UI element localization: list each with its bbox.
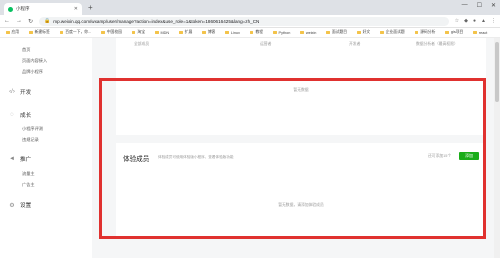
folder-icon	[445, 30, 449, 35]
gear-icon: ⚙	[9, 202, 15, 209]
folder-icon	[273, 30, 277, 35]
sidebar-section-develop[interactable]: ‹/› 开发	[9, 88, 31, 96]
back-icon[interactable]: ←	[4, 18, 10, 24]
sidebar-item-page-content[interactable]: 页面内容接入	[22, 58, 47, 64]
extension-icons: ☆ ◆ ● ▲ ⋮	[455, 18, 496, 24]
code-icon: ‹/›	[9, 89, 15, 95]
growth-icon: ◌	[10, 112, 14, 118]
bookmark-item[interactable]: MDN	[155, 31, 169, 35]
folder-icon	[380, 30, 384, 35]
folder-icon	[202, 30, 206, 35]
browser-tab[interactable]: 小程序 ✕	[4, 3, 82, 15]
bookmark-item[interactable]: 面试题目	[326, 30, 347, 35]
sidebar	[0, 38, 92, 258]
menu-icon[interactable]: ⋮	[491, 18, 496, 24]
browser-tab-bar: 小程序 ✕ + — ☐ ✕	[0, 0, 500, 15]
bookmark-item[interactable]: 新建标签	[29, 30, 50, 35]
bookmark-item[interactable]: react	[473, 31, 487, 35]
bookmark-item[interactable]: 博客	[202, 30, 215, 35]
folder-icon	[300, 30, 304, 35]
bookmarks-bar: 应用 新建标签 百度一下，你... 中国校园 淘宝 MDN 扩展 博客 Linu…	[0, 28, 500, 38]
folder-icon	[249, 30, 254, 35]
folder-icon	[29, 30, 33, 35]
page-scrollbar[interactable]	[494, 38, 500, 258]
bookmark-item[interactable]: 扩展	[179, 30, 192, 35]
folder-icon	[59, 30, 64, 35]
bookmark-item[interactable]: Linux	[225, 31, 240, 35]
folder-icon	[473, 30, 477, 35]
bookmark-item[interactable]: 企业面试题	[380, 30, 405, 35]
bookmark-item[interactable]: 淘宝	[131, 30, 145, 35]
sidebar-item-traffic-master[interactable]: 流量主	[22, 171, 35, 177]
bookmark-item[interactable]: 教程	[249, 30, 263, 35]
sidebar-section-growth[interactable]: ◌ 成长	[9, 111, 31, 119]
url-text: mp.weixin.qq.com/wxamp/user/manage?actio…	[53, 18, 260, 24]
folder-icon	[357, 30, 361, 35]
column-data-analysts: 数据分析者（最高权限）	[416, 42, 458, 46]
folder-icon	[155, 30, 159, 35]
extension-icon[interactable]: ◆	[464, 18, 468, 24]
folder-icon	[101, 30, 105, 35]
bookmark-item[interactable]: 应用	[6, 30, 19, 35]
column-developers: 开发者	[349, 42, 361, 46]
column-operators: 运营者	[260, 42, 272, 46]
close-tab-icon[interactable]: ✕	[74, 6, 78, 12]
address-toolbar: ← → ↻ 🔒 mp.weixin.qq.com/wxamp/user/mana…	[0, 15, 500, 28]
scrollbar-thumb[interactable]	[495, 42, 499, 102]
lock-icon: 🔒	[44, 18, 51, 24]
folder-icon	[131, 30, 136, 35]
megaphone-icon: ◄	[9, 156, 15, 162]
sidebar-section-promotion[interactable]: ◄ 推广	[9, 155, 31, 163]
bookmark-item[interactable]: 中国校园	[101, 30, 122, 35]
folder-icon	[179, 30, 183, 35]
sidebar-item-evaluation[interactable]: 小程序评测	[22, 126, 43, 132]
bookmark-item[interactable]: gis项目	[445, 30, 463, 35]
reload-icon[interactable]: ↻	[28, 18, 33, 25]
bookmark-item[interactable]: Python	[273, 31, 290, 35]
annotation-highlight-box	[99, 78, 486, 239]
minimize-icon[interactable]: —	[462, 2, 468, 9]
bookmark-item[interactable]: 百度一下，你...	[59, 30, 91, 35]
extension-icon[interactable]: ▲	[481, 18, 486, 24]
folder-icon	[6, 30, 10, 35]
sidebar-item-home[interactable]: 首页	[22, 47, 30, 53]
tab-title: 小程序	[16, 6, 30, 11]
folder-icon	[414, 30, 419, 35]
close-window-icon[interactable]: ✕	[491, 2, 496, 9]
new-tab-button[interactable]: +	[88, 4, 93, 12]
window-controls: — ☐ ✕	[462, 2, 496, 9]
miniprogram-favicon-icon	[8, 6, 13, 12]
sidebar-item-violations[interactable]: 违规记录	[22, 137, 39, 143]
forward-icon[interactable]: →	[16, 18, 22, 24]
maximize-icon[interactable]: ☐	[477, 2, 482, 9]
column-all-members: 全部成员	[134, 42, 150, 46]
sidebar-item-brand[interactable]: 品牌小程序	[22, 69, 43, 75]
bookmark-item[interactable]: 好文	[357, 30, 370, 35]
folder-icon	[326, 30, 330, 35]
sidebar-item-advertiser[interactable]: 广告主	[22, 182, 35, 188]
star-icon[interactable]: ☆	[455, 18, 459, 24]
bookmark-item[interactable]: weixin	[300, 31, 316, 35]
address-bar[interactable]: 🔒 mp.weixin.qq.com/wxamp/user/manage?act…	[39, 16, 449, 26]
extension-icon[interactable]: ●	[473, 18, 476, 24]
sidebar-section-settings[interactable]: ⚙ 设置	[9, 201, 31, 210]
folder-icon	[225, 30, 229, 35]
bookmark-item[interactable]: 源码分析	[414, 30, 435, 35]
